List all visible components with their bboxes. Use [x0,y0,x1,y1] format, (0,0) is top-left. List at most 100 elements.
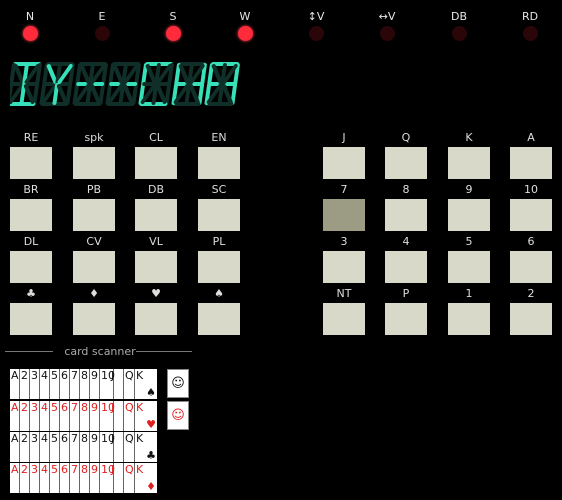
card-j-spades[interactable]: J [110,369,124,399]
card-4-diamonds[interactable]: 4 [40,463,50,493]
card-9-hearts[interactable]: 9 [90,401,100,431]
card-5-spades[interactable]: 5 [50,369,60,399]
card-k-spades[interactable]: K ♠ [135,369,157,399]
card-q-clubs[interactable]: Q [124,432,135,462]
card-4-spades[interactable]: 4 [40,369,50,399]
segment-c [164,83,172,105]
card-8-clubs[interactable]: 8 [80,432,90,462]
card-6-hearts[interactable]: 6 [60,401,70,431]
card-3-hearts[interactable]: 3 [30,401,40,431]
card-j-clubs[interactable]: J [110,432,124,462]
card-7-hearts[interactable]: 7 [70,401,80,431]
card-a-hearts[interactable]: A [10,401,20,431]
value-key-p[interactable] [385,303,427,335]
function-key-br[interactable] [10,199,52,231]
alphanumeric-display [10,62,240,106]
function-key-dl[interactable] [10,251,52,283]
value-key-9[interactable] [448,199,490,231]
value-key-10[interactable] [510,199,552,231]
card-2-diamonds[interactable]: 2 [20,463,30,493]
function-key-cv[interactable] [73,251,115,283]
card-8-diamonds[interactable]: 8 [80,463,90,493]
value-label-9: 9 [465,183,473,196]
function-key-clubs[interactable] [10,303,52,335]
spades-icon: ♠ [146,386,156,399]
card-8-hearts[interactable]: 8 [80,401,90,431]
card-7-clubs[interactable]: 7 [70,432,80,462]
value-key-k[interactable] [448,147,490,179]
card-4-clubs[interactable]: 4 [40,432,50,462]
segment-l [85,83,93,105]
card-2-clubs[interactable]: 2 [20,432,30,462]
function-key-sc[interactable] [198,199,240,231]
card-k-clubs[interactable]: K ♣ [135,432,157,462]
card-q-hearts[interactable]: Q [124,401,135,431]
lamp-label-s: S [169,10,177,23]
value-key-2[interactable] [510,303,552,335]
value-key-3[interactable] [323,251,365,283]
value-key-a[interactable] [510,147,552,179]
card-rank: 8 [81,401,88,414]
card-a-spades[interactable]: A [10,369,20,399]
function-key-spk[interactable] [73,147,115,179]
card-9-diamonds[interactable]: 9 [90,463,100,493]
card-rank: J [111,463,115,476]
value-key-6[interactable] [510,251,552,283]
segment-l [217,83,225,105]
value-key-1[interactable] [448,303,490,335]
card-4-hearts[interactable]: 4 [40,401,50,431]
card-j-diamonds[interactable]: J [110,463,124,493]
function-label-spk: spk [84,131,104,144]
card-k-hearts[interactable]: K ♥ [135,401,157,431]
card-a-clubs[interactable]: A [10,432,20,462]
card-rank: 7 [71,463,78,476]
value-key-nt[interactable] [323,303,365,335]
display-digit-3 [72,62,108,106]
card-9-spades[interactable]: 9 [90,369,100,399]
function-key-diamonds[interactable] [73,303,115,335]
card-3-spades[interactable]: 3 [30,369,40,399]
segment-f [10,63,16,85]
card-3-diamonds[interactable]: 3 [30,463,40,493]
card-k-diamonds[interactable]: K ♦ [135,463,157,493]
card-5-diamonds[interactable]: 5 [50,463,60,493]
card-2-hearts[interactable]: 2 [20,401,30,431]
function-key-pl[interactable] [198,251,240,283]
card-7-spades[interactable]: 7 [70,369,80,399]
function-key-hearts[interactable] [135,303,177,335]
card-rank: 6 [61,432,68,445]
card-rank: 7 [71,401,78,414]
card-6-spades[interactable]: 6 [60,369,70,399]
joker-card-red[interactable]: ☺ [167,401,189,430]
card-7-diamonds[interactable]: 7 [70,463,80,493]
value-key-q[interactable] [385,147,427,179]
card-5-hearts[interactable]: 5 [50,401,60,431]
segment-l [118,83,126,105]
function-key-en[interactable] [198,147,240,179]
value-key-5[interactable] [448,251,490,283]
value-key-4[interactable] [385,251,427,283]
card-a-diamonds[interactable]: A [10,463,20,493]
card-3-clubs[interactable]: 3 [30,432,40,462]
card-j-hearts[interactable]: J [110,401,124,431]
card-q-spades[interactable]: Q [124,369,135,399]
value-key-8[interactable] [385,199,427,231]
function-key-cl[interactable] [135,147,177,179]
card-6-clubs[interactable]: 6 [60,432,70,462]
card-5-clubs[interactable]: 5 [50,432,60,462]
value-key-j[interactable] [323,147,365,179]
joker-card-black[interactable]: ☺ [167,369,189,398]
card-8-spades[interactable]: 8 [80,369,90,399]
value-key-7[interactable] [323,199,365,231]
card-6-diamonds[interactable]: 6 [60,463,70,493]
card-9-clubs[interactable]: 9 [90,432,100,462]
card-q-diamonds[interactable]: Q [124,463,135,493]
card-2-spades[interactable]: 2 [20,369,30,399]
segment-l [19,83,27,105]
function-key-re[interactable] [10,147,52,179]
function-label-re: RE [23,131,39,144]
function-key-vl[interactable] [135,251,177,283]
function-key-pb[interactable] [73,199,115,231]
function-key-db[interactable] [135,199,177,231]
function-key-spades[interactable] [198,303,240,335]
